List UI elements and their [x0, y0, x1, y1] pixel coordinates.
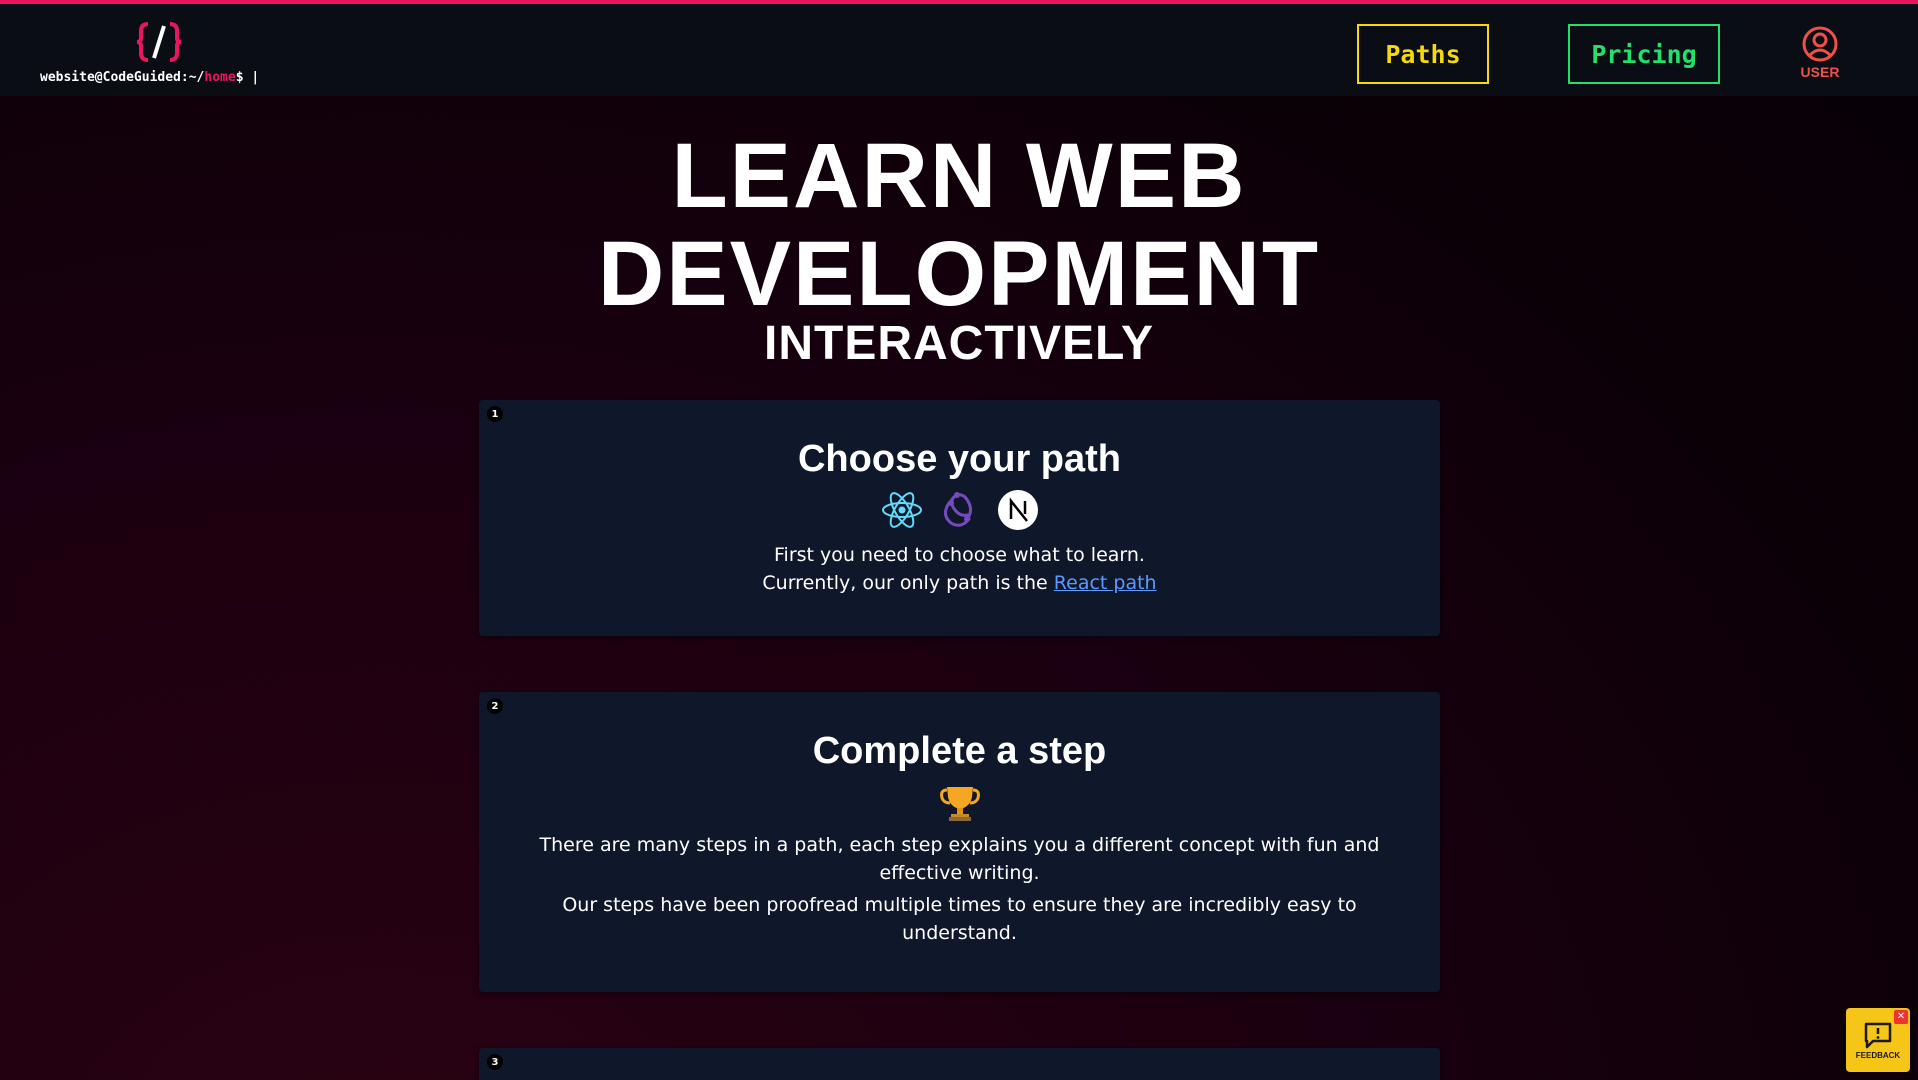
feedback-chat-icon — [1864, 1022, 1892, 1048]
step-title: Choose your path — [797, 438, 1122, 480]
codeguided-logo-icon[interactable] — [136, 20, 182, 64]
step-number-badge: 2 — [487, 698, 503, 714]
prompt-cursor: $ | — [235, 70, 260, 85]
react-path-link[interactable]: React path — [1054, 572, 1157, 594]
nextjs-icon — [997, 490, 1038, 530]
trophy-icon — [939, 787, 980, 821]
step-icons — [479, 781, 1440, 823]
feedback-button[interactable]: ✕ FEEDBACK — [1846, 1008, 1910, 1072]
step-card-3: 3 — [479, 1048, 1440, 1080]
step-title: Complete a step — [812, 730, 1107, 772]
feedback-close-button[interactable]: ✕ — [1894, 1010, 1908, 1024]
step-icons — [479, 489, 1440, 531]
step-description-line2: Currently, our only path is the React pa… — [479, 569, 1440, 597]
prompt-directory: home — [204, 70, 236, 85]
react-icon — [881, 492, 922, 528]
step-card-1: 1 Choose your path First you need to cho… — [479, 400, 1440, 636]
hero-subtitle: INTERACTIVELY — [764, 317, 1154, 370]
hero-title-line1: LEARN WEB — [671, 125, 1247, 227]
step-card-2: 2 Complete a step There are many steps i… — [479, 692, 1440, 992]
step-description-text: Currently, our only path is the — [762, 572, 1054, 594]
step-description-line1: First you need to choose what to learn. — [774, 544, 1145, 566]
step-description-line2: Our steps have been proofread multiple t… — [562, 894, 1357, 944]
hero-title-line2: DEVELOPMENT — [597, 223, 1321, 325]
user-icon — [1802, 26, 1838, 62]
site-header: website@CodeGuided:~/home$ | Paths Prici… — [0, 4, 1918, 96]
redux-icon — [943, 492, 972, 527]
paths-button[interactable]: Paths — [1357, 24, 1489, 84]
prompt-user: website@CodeGuided:~/ — [40, 70, 205, 85]
feedback-label: FEEDBACK — [1855, 1050, 1901, 1060]
step-number-badge: 1 — [487, 406, 503, 422]
pricing-button[interactable]: Pricing — [1568, 24, 1720, 84]
step-description-line1: There are many steps in a path, each ste… — [539, 834, 1380, 884]
step-number-badge: 3 — [487, 1054, 503, 1070]
user-menu-button[interactable]: USER — [1794, 26, 1846, 86]
terminal-prompt: website@CodeGuided:~/home$ | — [40, 70, 259, 85]
user-label: USER — [1800, 64, 1840, 80]
